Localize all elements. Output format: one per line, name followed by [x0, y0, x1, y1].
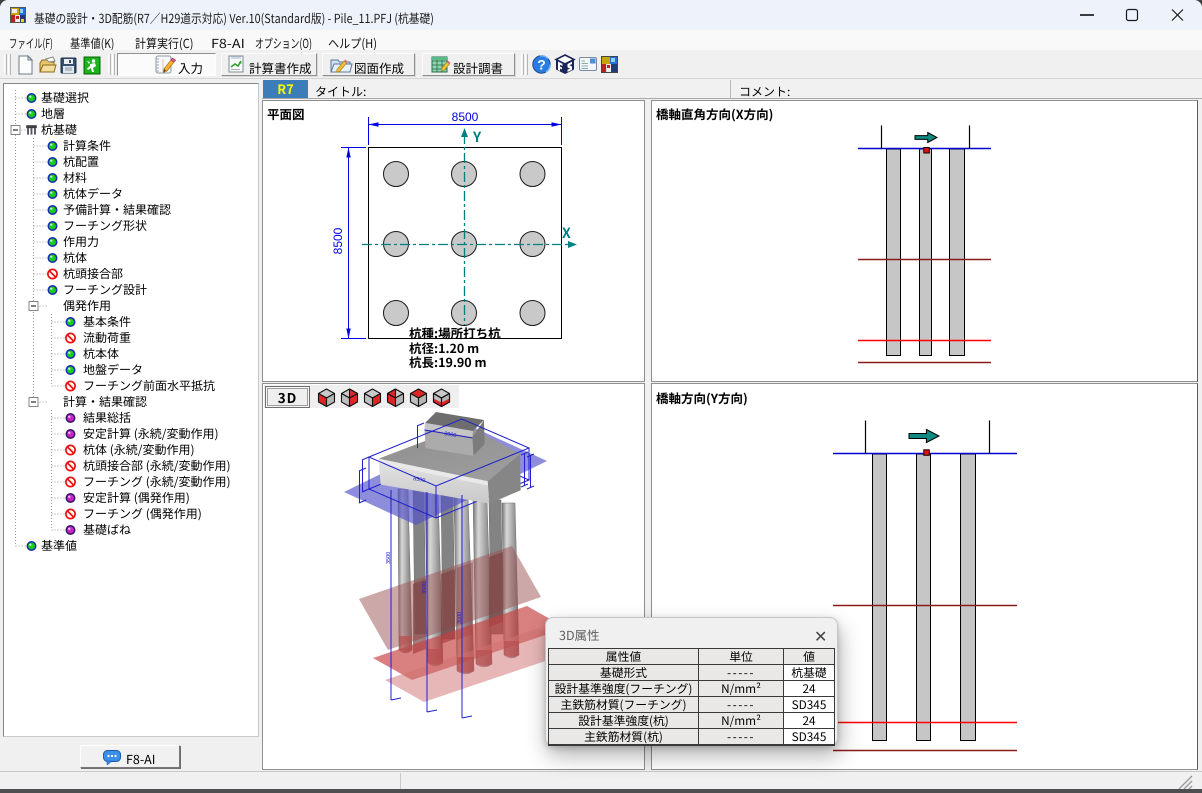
svg-text:3500: 3500 — [386, 552, 392, 564]
svg-text:杭長:19.90 m: 杭長:19.90 m — [409, 352, 487, 371]
svg-text:Y: Y — [472, 127, 482, 147]
svg-text:X: X — [562, 223, 571, 243]
svg-text:?: ? — [537, 57, 546, 73]
svg-text:3500: 3500 — [422, 582, 428, 594]
svg-text:3500: 3500 — [457, 612, 463, 624]
svg-text:8500: 8500 — [452, 110, 479, 124]
svg-text:8500: 8500 — [331, 227, 345, 254]
